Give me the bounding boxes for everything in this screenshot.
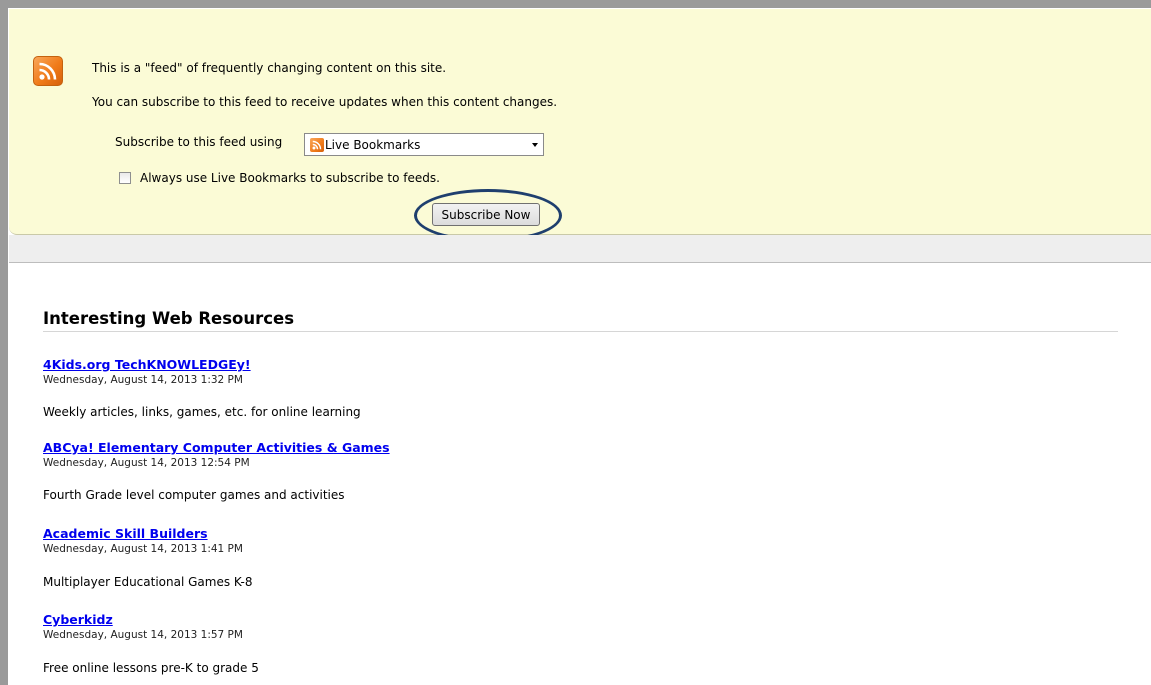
entry-description: Fourth Grade level computer games and ac… — [43, 488, 345, 502]
feed-entry: Academic Skill Builders Wednesday, Augus… — [43, 526, 252, 589]
entry-description: Free online lessons pre-K to grade 5 — [43, 661, 259, 675]
feed-reader-selected-value: Live Bookmarks — [325, 138, 421, 152]
header-separator-band — [9, 235, 1151, 263]
entry-date: Wednesday, August 14, 2013 12:54 PM — [43, 457, 250, 469]
entry-title-link[interactable]: 4Kids.org TechKNOWLEDGEy! — [43, 357, 251, 372]
subscribe-now-button[interactable]: Subscribe Now — [432, 203, 540, 226]
entry-title-link[interactable]: Academic Skill Builders — [43, 526, 243, 541]
entry-date: Wednesday, August 14, 2013 1:41 PM — [43, 543, 243, 555]
entry-title-link[interactable]: ABCya! Elementary Computer Activities & … — [43, 440, 390, 455]
feed-title: Interesting Web Resources — [43, 309, 1118, 332]
rss-icon — [310, 138, 324, 152]
feed-intro-subtext: You can subscribe to this feed to receiv… — [92, 95, 558, 109]
feed-entry: ABCya! Elementary Computer Activities & … — [43, 440, 390, 502]
window-left-border — [0, 0, 8, 685]
always-use-checkbox[interactable] — [119, 172, 131, 184]
entry-description: Multiplayer Educational Games K-8 — [43, 575, 253, 589]
rss-feed-icon — [33, 56, 63, 86]
feed-intro-text: This is a "feed" of frequently changing … — [92, 61, 447, 75]
chevron-down-icon[interactable] — [532, 143, 538, 147]
window-top-border — [0, 0, 1151, 8]
entry-date: Wednesday, August 14, 2013 1:32 PM — [43, 374, 243, 386]
feed-subscribe-header: This is a "feed" of frequently changing … — [9, 9, 1151, 242]
entry-description: Weekly articles, links, games, etc. for … — [43, 405, 361, 419]
feed-entry: 4Kids.org TechKNOWLEDGEy! Wednesday, Aug… — [43, 357, 361, 419]
always-use-label[interactable]: Always use Live Bookmarks to subscribe t… — [140, 171, 440, 185]
feed-reader-select[interactable]: Live Bookmarks — [304, 133, 544, 156]
feed-entry: Cyberkidz Wednesday, August 14, 2013 1:5… — [43, 612, 259, 675]
feed-content: Interesting Web Resources 4Kids.org Tech… — [43, 309, 1118, 675]
entry-date: Wednesday, August 14, 2013 1:57 PM — [43, 629, 243, 641]
entry-title-link[interactable]: Cyberkidz — [43, 612, 243, 627]
subscribe-using-label: Subscribe to this feed using — [115, 135, 283, 149]
